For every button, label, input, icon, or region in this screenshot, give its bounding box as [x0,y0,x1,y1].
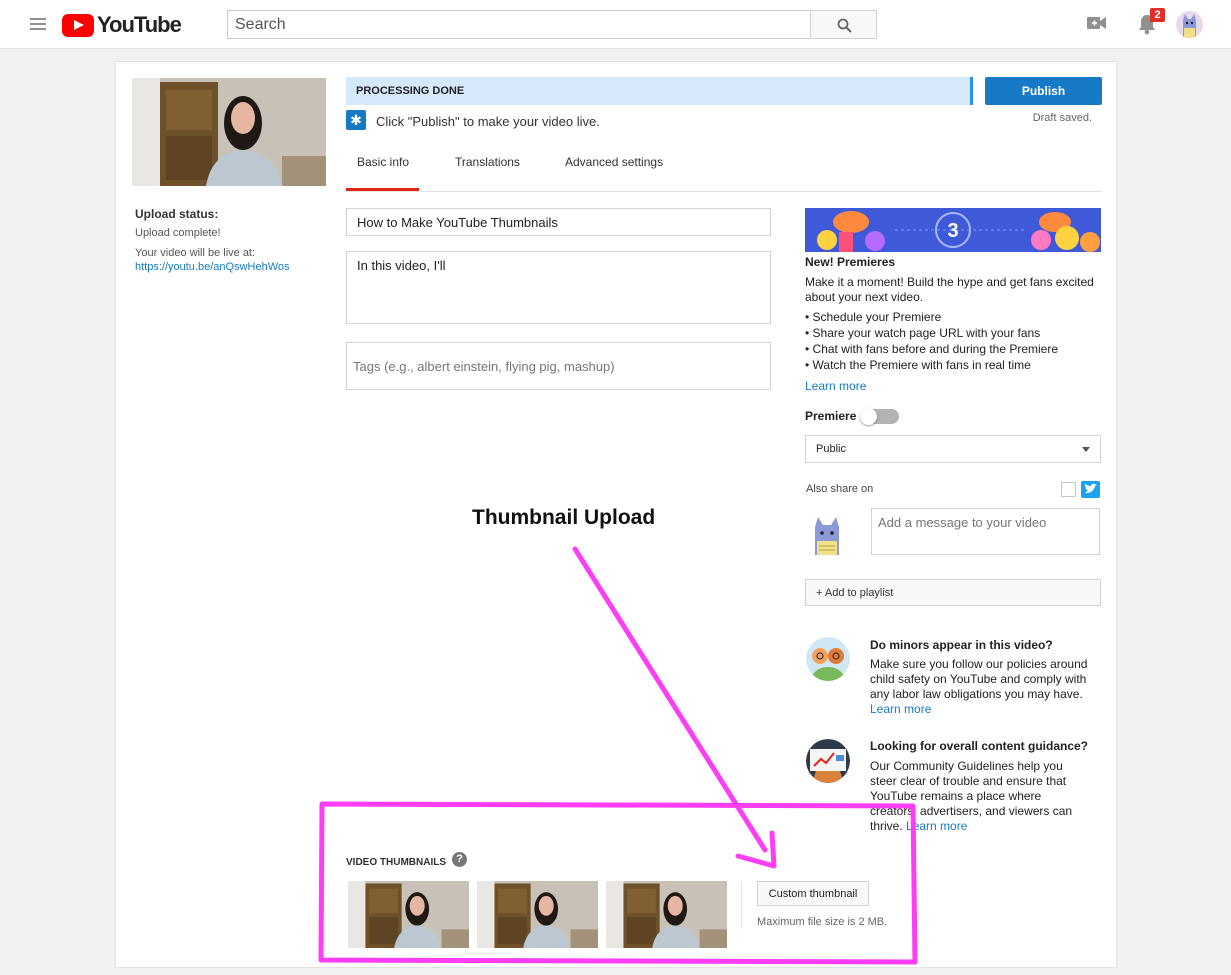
dropdown-arrow-icon [1082,447,1090,452]
minors-info-icon [806,637,850,681]
video-preview[interactable] [132,78,326,186]
thumbnail-option[interactable] [606,881,727,948]
premieres-bullet: • Schedule your Premiere [805,310,942,324]
thumbnail-option[interactable] [477,881,598,948]
tab-translations[interactable]: Translations [455,155,520,169]
video-thumbnails-label: VIDEO THUMBNAILS [346,857,446,868]
premieres-description: Make it a moment! Build the hype and get… [805,275,1094,304]
premieres-learn-more-link[interactable]: Learn more [805,379,866,393]
share-checkbox[interactable] [1061,482,1076,497]
search-icon [837,18,852,33]
share-message-input[interactable] [871,508,1100,555]
live-at-label: Your video will be live at: [135,247,256,259]
guidance-learn-more-link[interactable]: Learn more [906,819,967,833]
premieres-bullet: • Chat with fans before and during the P… [805,342,1059,356]
premieres-title: New! Premieres [805,255,896,269]
channel-avatar [810,515,844,555]
play-icon [62,13,94,37]
youtube-logo[interactable]: YouTube [62,12,182,38]
description-input[interactable]: In this video, I'll [346,251,771,324]
toggle-knob [860,408,877,425]
minors-info-body: Make sure you follow our policies around… [870,657,1088,716]
minors-info-title: Do minors appear in this video? [870,638,1053,652]
logo-text: YouTube [97,12,182,37]
premieres-banner: 3 [805,208,1101,252]
processing-status-bar: PROCESSING DONE [346,77,973,105]
premieres-bullet: • Watch the Premiere with fans in real t… [805,358,1031,372]
publish-hint-text: Click "Publish" to make your video live. [376,114,600,129]
tags-input[interactable] [346,342,771,390]
minors-learn-more-link[interactable]: Learn more [870,702,931,716]
custom-thumbnail-button[interactable]: Custom thumbnail [757,881,869,906]
premiere-toggle-label: Premiere [805,409,857,423]
annotation-title: Thumbnail Upload [472,506,656,529]
notification-badge: 2 [1150,8,1165,22]
max-file-size-text: Maximum file size is 2 MB. [757,916,888,928]
guidance-info-icon [806,739,850,783]
settings-tabs: Basic info Translations Advanced setting… [346,141,1102,192]
title-input[interactable] [346,208,771,236]
add-to-playlist-button[interactable]: + Add to playlist [805,579,1101,606]
tab-basic-info[interactable]: Basic info [357,155,409,169]
thumbnail-option[interactable] [348,881,469,948]
create-video-icon[interactable] [1087,15,1107,31]
privacy-select-value: Public [816,443,846,455]
menu-icon[interactable] [30,18,46,30]
search-button[interactable] [810,10,877,39]
account-avatar[interactable] [1176,11,1203,38]
guidance-info-title: Looking for overall content guidance? [870,739,1089,753]
publish-button[interactable]: Publish [985,77,1102,105]
active-tab-indicator [346,188,419,191]
divider [741,882,742,928]
video-url-link[interactable]: https://youtu.be/anQswHehWos [135,261,290,273]
guidance-info-body: Our Community Guidelines help you steer … [870,759,1073,833]
search-input[interactable] [227,10,811,39]
privacy-select[interactable]: Public [805,435,1101,463]
upload-card: Upload status: Upload complete! Your vid… [115,61,1117,968]
draft-saved-text: Draft saved. [1032,112,1092,124]
also-share-label: Also share on [806,483,874,495]
star-icon: ✱ [346,110,366,130]
top-bar: YouTube 2 [0,0,1231,49]
premieres-bullet: • Share your watch page URL with your fa… [805,326,1041,340]
help-icon[interactable]: ? [452,852,467,867]
premiere-countdown-number: 3 [947,220,958,242]
upload-complete-text: Upload complete! [135,227,221,239]
twitter-icon[interactable] [1081,481,1100,498]
upload-status-label: Upload status: [135,207,219,221]
tab-advanced-settings[interactable]: Advanced settings [565,155,663,169]
premiere-toggle[interactable] [860,408,899,425]
